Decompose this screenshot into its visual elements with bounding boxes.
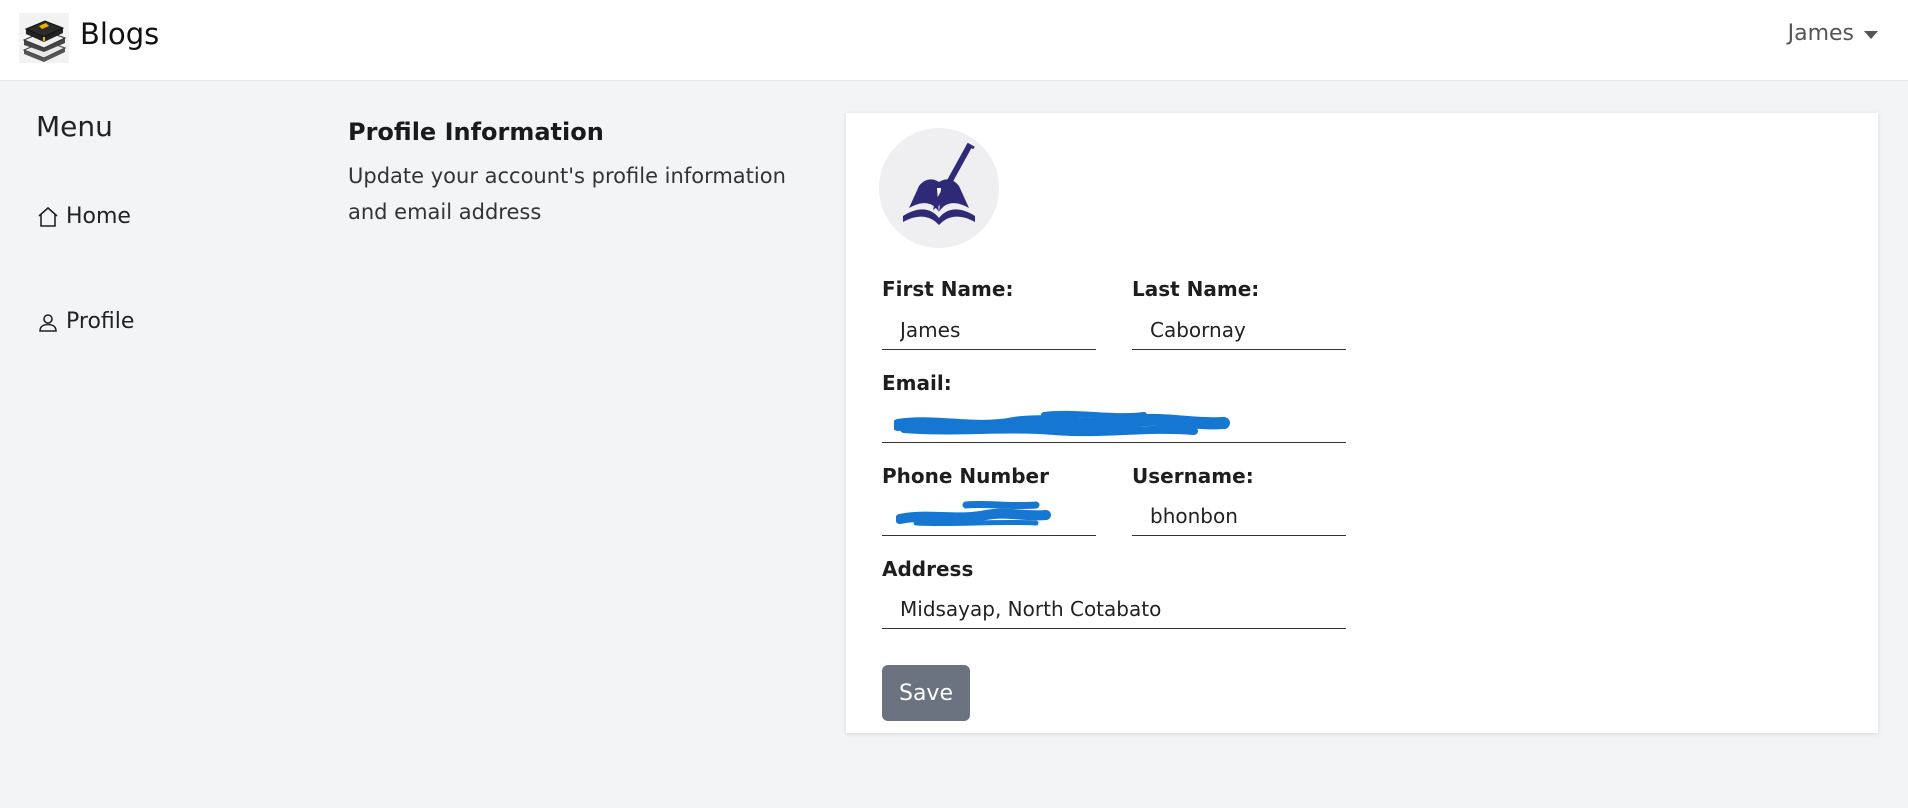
email-input[interactable] [882, 403, 1346, 443]
brand-title: Blogs [80, 17, 160, 51]
sidebar-item-label: Profile [66, 309, 135, 334]
phone-number-label: Phone Number [882, 464, 1049, 488]
sidebar: Menu Home Profile [36, 110, 296, 334]
phone-number-input[interactable] [882, 496, 1096, 536]
user-menu-dropdown[interactable]: James [1788, 21, 1878, 46]
section-title: Profile Information [348, 118, 604, 146]
username-label: Username: [1132, 464, 1254, 488]
top-navbar: Blogs James [0, 0, 1908, 81]
last-name-input[interactable] [1132, 310, 1346, 350]
avatar[interactable] [879, 128, 999, 248]
sidebar-item-home[interactable]: Home [36, 204, 131, 229]
home-icon [36, 205, 60, 229]
books-icon [18, 12, 70, 64]
first-name-label: First Name: [882, 277, 1014, 301]
user-name: James [1787, 21, 1854, 46]
caret-down-icon [1864, 30, 1878, 39]
user-icon [36, 310, 60, 334]
address-label: Address [882, 557, 974, 581]
last-name-label: Last Name: [1132, 277, 1260, 301]
section-description: Update your account's profile informatio… [348, 164, 786, 224]
first-name-input[interactable] [882, 310, 1096, 350]
sidebar-item-profile[interactable]: Profile [36, 309, 134, 334]
profile-form-card: First Name: Last Name: Email: Phone Numb… [846, 113, 1878, 733]
address-input[interactable] [882, 589, 1346, 629]
email-label: Email: [882, 371, 952, 395]
brand[interactable]: Blogs [18, 12, 159, 64]
book-pen-icon [879, 128, 999, 248]
username-input[interactable] [1132, 496, 1346, 536]
sidebar-item-label: Home [66, 204, 131, 229]
save-button[interactable]: Save [882, 665, 970, 721]
menu-title: Menu [36, 110, 113, 143]
profile-section-info: Profile Information Update your account'… [348, 118, 828, 230]
